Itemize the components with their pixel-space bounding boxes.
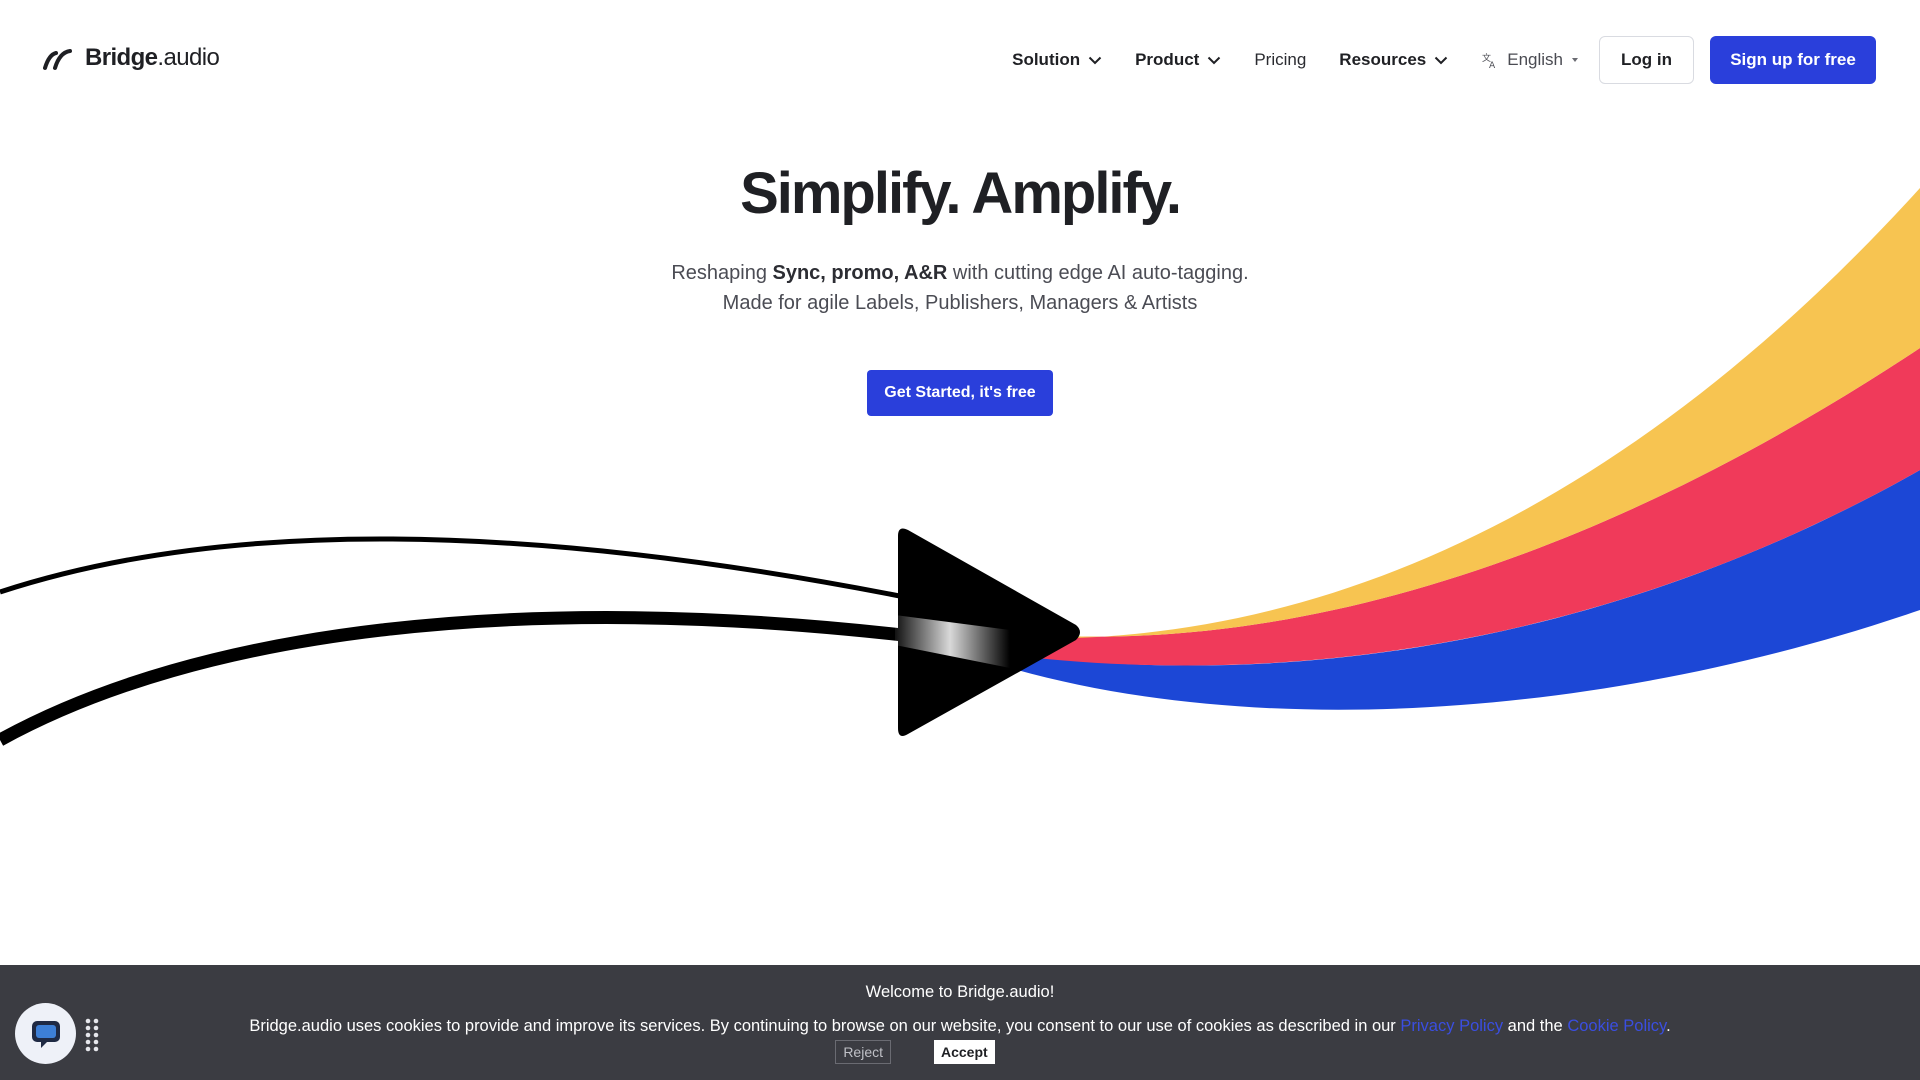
brand-logo[interactable]: Bridge.audio	[43, 44, 220, 72]
nav-item-pricing[interactable]: Pricing	[1254, 50, 1306, 70]
login-button[interactable]: Log in	[1599, 36, 1694, 84]
language-label: English	[1507, 50, 1563, 69]
cookie-actions: Reject Accept	[0, 1040, 1920, 1064]
nav-item-resources[interactable]: Resources	[1339, 50, 1448, 70]
cookie-policy-link[interactable]: Cookie Policy	[1567, 1017, 1666, 1035]
nav-item-label: Product	[1135, 50, 1200, 69]
accept-button[interactable]: Accept	[934, 1040, 995, 1064]
chat-widget-button[interactable]	[15, 1003, 76, 1064]
cookie-banner: Welcome to Bridge.audio! Bridge.audio us…	[0, 965, 1920, 1080]
brand-name: Bridge.audio	[85, 44, 220, 71]
reject-button[interactable]: Reject	[835, 1040, 891, 1064]
chevron-down-icon	[1208, 56, 1221, 64]
language-selector[interactable]: 文 A English	[1481, 50, 1579, 70]
nav-item-product[interactable]: Product	[1135, 50, 1221, 70]
logo-mark-icon	[43, 49, 72, 70]
wave-line-thin	[0, 536, 921, 603]
translate-icon: 文 A	[1482, 52, 1496, 69]
drag-handle-icon[interactable]	[85, 1018, 99, 1052]
cookie-title: Welcome to Bridge.audio!	[865, 983, 1055, 1001]
nav-item-solution[interactable]: Solution	[1012, 50, 1102, 70]
main-nav: Solution Product Pricing Resources 文 A E…	[1012, 36, 1876, 84]
hero-illustration	[0, 188, 1920, 746]
chevron-down-icon	[1088, 56, 1102, 64]
svg-text:A: A	[1489, 61, 1496, 69]
privacy-policy-link[interactable]: Privacy Policy	[1400, 1017, 1503, 1035]
nav-item-label: Solution	[1012, 50, 1081, 69]
cookie-text: Bridge.audio uses cookies to provide and…	[249, 1017, 1671, 1035]
nav-item-label: Resources	[1339, 50, 1427, 69]
nav-item-label: Pricing	[1254, 50, 1307, 69]
chat-icon	[31, 1020, 60, 1048]
site-header: Bridge.audio Solution Product Pricing Re…	[0, 0, 1920, 120]
chevron-down-icon	[1435, 56, 1448, 64]
wave-line-thick	[0, 611, 921, 746]
caret-down-icon	[1572, 58, 1578, 62]
signup-button[interactable]: Sign up for free	[1710, 36, 1876, 84]
